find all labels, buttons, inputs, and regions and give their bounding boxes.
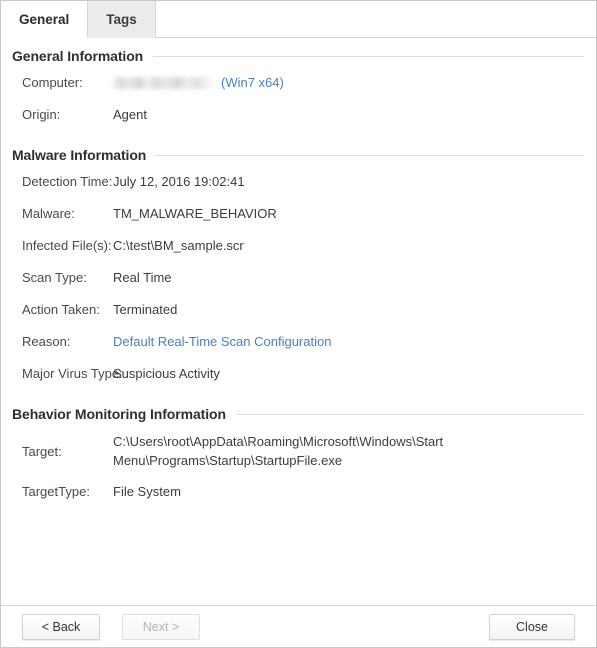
section-behavior-monitoring-information: Behavior Monitoring Information Target: … (1, 390, 596, 508)
value-target: C:\Users\root\AppData\Roaming\Microsoft\… (113, 434, 444, 468)
row-origin: Origin: Agent (1, 99, 596, 131)
label-malware: Malware: (22, 206, 75, 221)
next-button: Next > (122, 613, 200, 640)
computer-os-link[interactable]: (Win7 x64) (221, 75, 284, 90)
tab-tags[interactable]: Tags (88, 1, 156, 38)
label-infected-files: Infected File(s): (22, 238, 112, 253)
close-button[interactable]: Close (489, 613, 575, 640)
section-malware-information: Malware Information Detection Time: July… (1, 131, 596, 390)
label-target-type: TargetType: (22, 484, 90, 499)
reason-link[interactable]: Default Real-Time Scan Configuration (113, 334, 331, 349)
value-reason: Default Real-Time Scan Configuration (113, 326, 596, 358)
tab-general[interactable]: General (1, 1, 89, 38)
value-scan-type: Real Time (113, 270, 172, 285)
computer-name-redacted (113, 75, 213, 90)
row-scan-type: Scan Type: Real Time (1, 262, 596, 294)
section-malware-rule (156, 154, 584, 156)
tab-tags-label: Tags (106, 12, 137, 27)
section-general-information: General Information Computer: (Win7 x64)… (1, 38, 596, 131)
malware-detail-dialog: General Tags General Information Compute… (0, 0, 597, 648)
row-detection-time: Detection Time: July 12, 2016 19:02:41 (1, 166, 596, 198)
value-computer: (Win7 x64) (113, 67, 596, 99)
label-reason: Reason: (22, 334, 71, 349)
section-general-title: General Information (12, 48, 144, 64)
section-malware-header: Malware Information (1, 147, 596, 163)
row-computer: Computer: (Win7 x64) (1, 67, 596, 99)
row-reason: Reason: Default Real-Time Scan Configura… (1, 326, 596, 358)
value-action-taken: Terminated (113, 302, 178, 317)
section-general-header: General Information (1, 48, 596, 64)
value-major-virus-type: Suspicious Activity (113, 366, 220, 381)
row-action-taken: Action Taken: Terminated (1, 294, 596, 326)
label-action-taken: Action Taken: (22, 302, 100, 317)
row-major-virus-type: Major Virus Type: Suspicious Activity (1, 358, 596, 390)
section-behavior-title: Behavior Monitoring Information (12, 406, 226, 422)
section-malware-title: Malware Information (12, 147, 147, 163)
value-infected-files: C:\test\BM_sample.scr (113, 238, 244, 253)
section-behavior-header: Behavior Monitoring Information (1, 406, 596, 422)
section-behavior-rule (235, 413, 584, 415)
tab-general-label: General (19, 11, 70, 27)
section-general-rule (153, 55, 584, 57)
label-detection-time: Detection Time: (22, 174, 113, 189)
section-behavior-rows: Target: C:\Users\root\AppData\Roaming\Mi… (1, 422, 596, 508)
label-major-virus-type: Major Virus Type: (22, 366, 123, 381)
row-malware: Malware: TM_MALWARE_BEHAVIOR (1, 198, 596, 230)
value-malware: TM_MALWARE_BEHAVIOR (113, 206, 277, 221)
label-computer: Computer: (22, 75, 83, 90)
label-target: Target: (22, 444, 62, 459)
section-malware-rows: Detection Time: July 12, 2016 19:02:41 M… (1, 163, 596, 390)
tab-bar: General Tags (1, 1, 596, 38)
row-infected-files: Infected File(s): C:\test\BM_sample.scr (1, 230, 596, 262)
label-origin: Origin: (22, 107, 61, 122)
value-target-type: File System (113, 484, 181, 499)
label-scan-type: Scan Type: (22, 270, 87, 285)
value-detection-time: July 12, 2016 19:02:41 (113, 174, 245, 189)
row-target-type: TargetType: File System (1, 476, 596, 508)
detail-content: General Information Computer: (Win7 x64)… (1, 38, 596, 605)
value-origin: Agent (113, 107, 147, 122)
dialog-footer: < Back Next > Close (1, 605, 596, 647)
tab-bar-filler (155, 1, 596, 38)
row-target: Target: C:\Users\root\AppData\Roaming\Mi… (1, 425, 596, 476)
back-button[interactable]: < Back (22, 613, 100, 640)
section-general-rows: Computer: (Win7 x64) Origin: Agent (1, 64, 596, 131)
